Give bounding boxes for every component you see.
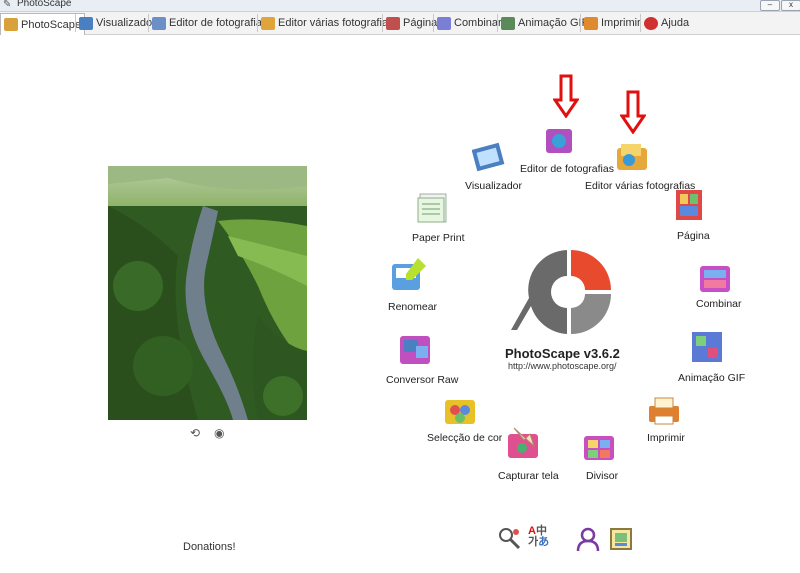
color-picker-icon	[445, 400, 475, 424]
print-icon	[584, 16, 598, 30]
tab-bar: PhotoScape Visualizador Editor de fotogr…	[0, 12, 800, 35]
picture-frame-icon[interactable]	[608, 526, 634, 552]
arrow-down-icon	[620, 90, 646, 134]
tab-pagina[interactable]: Página	[382, 14, 440, 32]
landscape-photo	[108, 166, 307, 420]
gif-icon	[501, 16, 515, 30]
tab-batch-editor[interactable]: Editor várias fotografias	[257, 14, 397, 32]
tab-visualizador[interactable]: Visualizador	[75, 14, 159, 32]
menu-label: Divisor	[586, 470, 619, 482]
printer-icon	[649, 397, 679, 425]
photoscape-icon	[4, 18, 18, 31]
combine-icon	[700, 266, 730, 292]
tab-label: Editor várias fotografias	[278, 17, 394, 29]
rename-icon	[392, 258, 426, 290]
tab-label: Imprimir	[601, 17, 641, 29]
viewer-icon	[79, 16, 93, 30]
batch-editor-icon	[617, 144, 647, 170]
tab-gif[interactable]: Animação GIF	[497, 14, 591, 32]
screen-capture-icon	[508, 427, 538, 458]
menu-label: Página	[677, 230, 710, 242]
paper-print-icon	[417, 193, 447, 223]
tab-label: PhotoScape	[21, 18, 81, 31]
menu-label: Selecção de cor	[427, 432, 503, 444]
brand-url[interactable]: http://www.photoscape.org/	[508, 361, 617, 371]
tab-imprimir[interactable]: Imprimir	[580, 14, 644, 32]
arrow-down-icon	[553, 74, 579, 118]
brand-name: PhotoScape v3.6.2	[505, 346, 620, 361]
gif-animation-icon	[692, 332, 722, 362]
close-button[interactable]: x	[781, 0, 800, 11]
menu-label: Capturar tela	[498, 470, 559, 482]
tab-label: Animação GIF	[518, 17, 589, 29]
tab-photoscape[interactable]: PhotoScape	[0, 13, 85, 35]
tab-label: Visualizador	[96, 17, 156, 29]
menu-label: Editor de fotografias	[520, 163, 614, 175]
language-icon[interactable]: A中 가あ	[528, 526, 554, 552]
splitter-icon	[584, 436, 614, 460]
tab-label: Editor de fotografias	[169, 17, 268, 29]
combine-icon	[437, 16, 451, 30]
menu-label: Visualizador	[465, 180, 523, 192]
menu-label: Combinar	[696, 298, 742, 310]
tab-combinar[interactable]: Combinar	[433, 14, 505, 32]
user-profile-icon[interactable]	[575, 526, 601, 552]
menu-label: Paper Print	[412, 232, 465, 244]
batch-editor-icon	[261, 16, 275, 30]
minimize-button[interactable]: –	[760, 0, 780, 11]
menu-label: Conversor Raw	[386, 374, 459, 386]
title-bar: ✎ PhotoScape – x	[0, 0, 800, 12]
help-icon	[644, 16, 658, 30]
menu-label: Renomear	[388, 301, 438, 313]
page-icon	[676, 190, 702, 220]
editor-icon	[546, 129, 572, 153]
rotate-icon[interactable]: ⟲	[190, 426, 200, 440]
donations-link[interactable]: Donations!	[183, 541, 236, 553]
eye-icon[interactable]: ◉	[214, 426, 224, 440]
menu-label: Imprimir	[647, 432, 685, 444]
page-icon	[386, 16, 400, 30]
editor-icon	[152, 16, 166, 30]
photoscape-logo	[509, 246, 619, 339]
tab-editor[interactable]: Editor de fotografias	[148, 14, 270, 32]
tab-ajuda[interactable]: Ajuda	[640, 14, 692, 32]
window-title: PhotoScape	[17, 0, 72, 9]
tab-label: Combinar	[454, 17, 502, 29]
raw-converter-icon	[400, 336, 430, 364]
app-icon: ✎	[3, 0, 12, 10]
menu-label: Animação GIF	[678, 372, 746, 384]
tools-icon[interactable]	[497, 526, 523, 552]
tab-label: Ajuda	[661, 17, 690, 29]
viewer-icon	[472, 142, 505, 172]
